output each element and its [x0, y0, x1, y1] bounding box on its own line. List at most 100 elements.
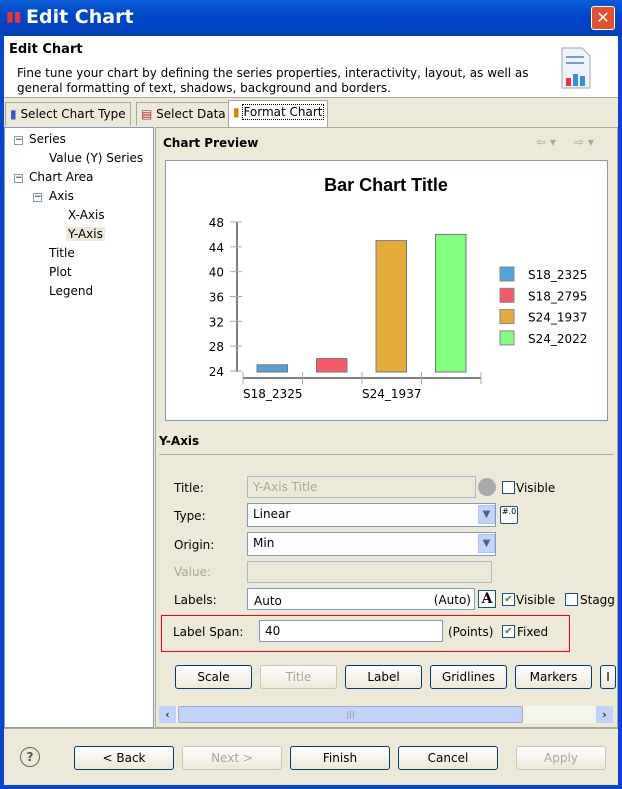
format-number-icon[interactable]: #.0	[500, 506, 518, 524]
x-tick-label: S24_1937	[362, 387, 421, 401]
chart-app-icon: ▮▮	[6, 9, 22, 25]
legend-swatch	[499, 309, 515, 325]
label-span-input[interactable]: 40	[259, 620, 443, 642]
scale-button[interactable]: Scale	[175, 665, 252, 689]
y-tick-label: 24	[209, 365, 224, 379]
chart-preview: Bar Chart Title 24 28 32 36 40 44 48 S18_2325 S24…	[165, 160, 608, 421]
frame-right	[618, 36, 622, 789]
interactivity-button[interactable]: I	[600, 665, 616, 689]
tree-item-legend[interactable]: Legend	[49, 284, 93, 298]
bar-chart: Bar Chart Title 24 28 32 36 40 44 48 S18_2325 S24…	[209, 175, 588, 401]
title-label: Title:	[174, 481, 204, 495]
frame-bottom	[0, 785, 622, 789]
tree-item-value-y-series[interactable]: Value (Y) Series	[49, 151, 143, 165]
horizontal-scrollbar[interactable]: ‹ ||| ›	[159, 706, 613, 723]
value-label: Value:	[174, 565, 211, 579]
legend-swatch	[499, 330, 515, 346]
tab-label: Format Chart	[242, 104, 324, 120]
chart-type-icon: ▮	[10, 107, 17, 121]
nav-forward-button[interactable]: ⇨ ▾	[574, 135, 594, 149]
font-icon[interactable]: A	[478, 590, 496, 608]
label-span-label: Label Span:	[173, 625, 244, 639]
apply-button[interactable]: Apply	[516, 746, 606, 770]
format-icon: ▮	[233, 105, 240, 119]
bar-S18_2795	[316, 358, 348, 373]
collapse-icon[interactable]: −	[33, 193, 42, 202]
nav-back-button[interactable]: ⇦ ▾	[536, 135, 556, 149]
title-bar: ▮▮ Edit Chart ✕	[0, 0, 622, 36]
expression-builder-icon[interactable]	[478, 478, 496, 496]
labels-visible-checkbox[interactable]: ✔	[502, 593, 515, 606]
chevron-down-icon[interactable]: ▼	[478, 534, 495, 553]
header-title: Edit Chart	[9, 42, 83, 57]
legend-label: S24_1937	[528, 311, 587, 325]
collapse-icon[interactable]: −	[14, 174, 23, 183]
type-value: Linear	[253, 507, 291, 521]
fixed-label: Fixed	[517, 625, 549, 639]
fixed-checkbox[interactable]: ✔	[502, 625, 515, 638]
labels-font-field[interactable]: Auto (Auto)	[247, 588, 475, 610]
labels-auto: (Auto)	[433, 593, 471, 607]
title-visible-label: Visible	[516, 481, 556, 495]
legend-swatch	[499, 287, 515, 303]
legend-label: S18_2795	[528, 289, 587, 303]
labels-visible-label: Visible	[516, 593, 556, 607]
data-icon: ▤	[141, 107, 153, 121]
wizard-header: Edit Chart Fine tune your chart by defin…	[4, 36, 618, 98]
tab-label: Select Chart Type	[20, 107, 126, 121]
chart-preview-label: Chart Preview	[163, 136, 259, 150]
tree-item-axis[interactable]: Axis	[49, 189, 74, 203]
chart-document-icon	[561, 47, 591, 89]
cancel-button[interactable]: Cancel	[398, 746, 498, 770]
finish-button[interactable]: Finish	[290, 746, 390, 770]
legend-label: S18_2325	[528, 268, 587, 282]
scroll-right-icon[interactable]: ›	[596, 706, 613, 723]
header-description: Fine tune your chart by defining the ser…	[17, 66, 529, 95]
title-input[interactable]: Y-Axis Title	[247, 476, 476, 498]
points-unit: (Points)	[448, 625, 494, 639]
origin-label: Origin:	[174, 538, 215, 552]
tree-item-series[interactable]: Series	[29, 132, 66, 146]
collapse-icon[interactable]: −	[14, 136, 23, 145]
tab-format-chart[interactable]: ▮ Format Chart	[228, 100, 328, 127]
tab-select-data[interactable]: ▤ Select Data	[136, 102, 231, 126]
title-button[interactable]: Title	[260, 665, 337, 689]
y-tick-label: 44	[209, 241, 224, 255]
scroll-thumb[interactable]: |||	[178, 706, 523, 723]
y-tick-label: 48	[209, 216, 224, 230]
next-button[interactable]: Next >	[182, 746, 282, 770]
tree-item-y-axis[interactable]: Y-Axis	[66, 227, 105, 241]
labels-value: Auto	[254, 594, 282, 608]
labels-label: Labels:	[174, 593, 217, 607]
bar-S24_1937	[375, 240, 407, 373]
stagger-label: Stagg	[580, 593, 615, 607]
value-input[interactable]	[247, 561, 492, 583]
section-title: Y-Axis	[159, 434, 200, 448]
legend-label: S24_2022	[528, 332, 587, 346]
y-tick-label: 36	[209, 291, 224, 305]
label-button[interactable]: Label	[345, 665, 422, 689]
stagger-checkbox[interactable]	[565, 593, 578, 606]
type-select[interactable]: Linear	[247, 503, 496, 527]
help-icon[interactable]: ?	[20, 747, 40, 767]
bar-S24_2022	[435, 233, 467, 373]
chevron-down-icon[interactable]: ▼	[478, 505, 495, 524]
legend-swatch	[499, 266, 515, 282]
tree-item-x-axis[interactable]: X-Axis	[68, 208, 105, 222]
tree-item-chart-area[interactable]: Chart Area	[29, 170, 93, 184]
origin-select[interactable]: Min	[247, 532, 496, 556]
tab-select-chart-type[interactable]: ▮ Select Chart Type	[5, 102, 131, 126]
back-button[interactable]: < Back	[74, 746, 174, 770]
scroll-left-icon[interactable]: ‹	[159, 706, 176, 723]
format-tree: − Series Value (Y) Series − Chart Area −…	[4, 127, 154, 728]
y-tick-label: 32	[209, 315, 224, 329]
tree-item-title[interactable]: Title	[49, 246, 75, 260]
origin-value: Min	[253, 536, 275, 550]
divider	[159, 454, 613, 455]
tree-item-plot[interactable]: Plot	[49, 265, 72, 279]
title-visible-checkbox[interactable]	[502, 481, 515, 494]
bar-S18_2325	[256, 364, 288, 373]
markers-button[interactable]: Markers	[515, 665, 592, 689]
close-button[interactable]: ✕	[591, 6, 615, 30]
gridlines-button[interactable]: Gridlines	[430, 665, 507, 689]
